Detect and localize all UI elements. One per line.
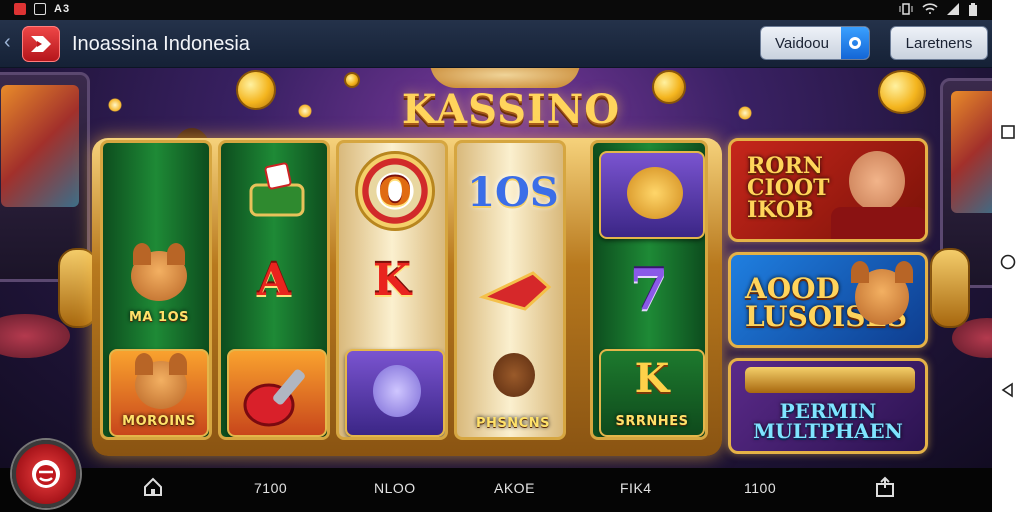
promo-panel[interactable]: RORN CIOOT IKOB bbox=[728, 138, 928, 242]
app-header: ‹ Inoassina Indonesia Vaidoou Laretnens bbox=[0, 20, 992, 68]
slot-tile bbox=[463, 247, 563, 335]
reel-1[interactable]: MA 1OS MOROINS bbox=[100, 140, 212, 440]
status-text: A3 bbox=[54, 3, 71, 15]
app-logo[interactable] bbox=[22, 26, 60, 62]
signal-icon bbox=[947, 3, 959, 15]
number-symbol: 1OS bbox=[467, 169, 559, 216]
game-area[interactable]: KASSINO MA 1OS MOROINS A O K 1OS PHSNCNS… bbox=[0, 68, 992, 468]
home-circle-icon[interactable] bbox=[1000, 254, 1016, 270]
slot-tile bbox=[227, 349, 327, 437]
mascot-face-icon bbox=[32, 460, 60, 488]
letter-symbol: A bbox=[256, 255, 292, 306]
tile-label: MOROINS bbox=[122, 414, 196, 429]
tile-label: MA 1OS bbox=[129, 310, 189, 325]
primary-button-label: Vaidoou bbox=[775, 35, 829, 52]
system-nav-bar bbox=[992, 0, 1024, 512]
character-suit bbox=[831, 207, 925, 239]
back-triangle-icon[interactable] bbox=[1000, 382, 1016, 398]
character-portrait bbox=[849, 151, 905, 211]
treasure-chest-icon bbox=[249, 162, 305, 217]
lion-icon bbox=[135, 353, 187, 409]
mascot-icon bbox=[373, 365, 421, 417]
reel-4[interactable]: 1OS PHSNCNS bbox=[454, 140, 566, 440]
nav-item-3[interactable]: AKOE bbox=[494, 480, 535, 496]
chest-row-icon bbox=[745, 367, 915, 393]
nav-item-1[interactable]: 7100 bbox=[254, 480, 287, 496]
slot-tile bbox=[345, 349, 445, 437]
wifi-icon bbox=[922, 3, 938, 14]
letter-symbol: K bbox=[372, 255, 412, 306]
bottom-nav: 7100 NLOO AKOE FIK4 1100 bbox=[0, 468, 992, 512]
slot-tile: PHSNCNS bbox=[463, 349, 563, 437]
app-title: Inoassina Indonesia bbox=[72, 33, 250, 55]
light-bulb bbox=[738, 106, 752, 120]
home-icon[interactable] bbox=[142, 476, 164, 498]
slot-tile: O bbox=[345, 151, 445, 239]
gold-coin bbox=[344, 72, 360, 88]
cat-bell-icon bbox=[627, 167, 683, 219]
share-icon[interactable] bbox=[874, 476, 896, 498]
dog-icon bbox=[851, 261, 913, 325]
slot-tile: MA 1OS bbox=[109, 243, 209, 331]
reel-5[interactable]: 7 K SRRNHES bbox=[590, 140, 708, 440]
tile-label: SRRNHES bbox=[615, 414, 689, 429]
image-icon bbox=[34, 3, 46, 15]
gold-coin bbox=[652, 70, 686, 104]
settings-icon[interactable] bbox=[841, 27, 869, 59]
light-bulb bbox=[298, 104, 312, 118]
reel-knob-right bbox=[930, 248, 970, 328]
status-bar: A3 bbox=[0, 0, 992, 20]
promo-panel-text: RORN CIOOT IKOB bbox=[747, 153, 830, 223]
play-logo-icon bbox=[31, 36, 51, 52]
nav-item-5[interactable]: 1100 bbox=[744, 480, 776, 496]
recent-apps-icon[interactable] bbox=[1000, 124, 1016, 140]
ceiling-light bbox=[430, 68, 580, 88]
chip-symbol: O bbox=[378, 169, 412, 214]
reel-3[interactable]: O K bbox=[336, 140, 448, 440]
bar-stool bbox=[0, 314, 70, 358]
slot-tile: MOROINS bbox=[109, 349, 209, 437]
promo-panel[interactable]: PERMIN MULTPHAEN bbox=[728, 358, 928, 454]
gold-coin bbox=[236, 70, 276, 110]
back-arrow-icon[interactable]: ‹ bbox=[4, 32, 11, 52]
vibrate-icon bbox=[899, 3, 913, 15]
game-title: KASSINO bbox=[401, 86, 621, 133]
floating-action-button[interactable] bbox=[12, 440, 80, 508]
rocket-icon bbox=[243, 369, 305, 427]
nav-item-2[interactable]: NLOO bbox=[374, 480, 416, 496]
alert-icon bbox=[14, 3, 26, 15]
primary-button[interactable]: Vaidoou bbox=[760, 26, 870, 60]
promo-panel[interactable]: AOOD LUSOISES bbox=[728, 252, 928, 348]
battery-icon bbox=[969, 3, 977, 16]
slot-tile: K SRRNHES bbox=[599, 349, 705, 437]
light-bulb bbox=[108, 98, 122, 112]
fox-icon bbox=[131, 243, 187, 301]
promo-panel-text: PERMIN MULTPHAEN bbox=[753, 399, 903, 443]
seven-symbol: 7 bbox=[629, 257, 669, 323]
reel-2[interactable]: A bbox=[218, 140, 330, 440]
slot-tile bbox=[599, 151, 705, 239]
tile-label: PHSNCNS bbox=[476, 416, 550, 431]
king-card-icon: K bbox=[634, 355, 670, 402]
nav-item-4[interactable]: FIK4 bbox=[620, 480, 652, 496]
dog-icon bbox=[493, 353, 535, 397]
slot-tile: 1OS bbox=[463, 151, 563, 239]
secondary-button[interactable]: Laretnens bbox=[890, 26, 988, 60]
red-wing-icon bbox=[478, 271, 552, 311]
gold-coin bbox=[878, 70, 926, 114]
slot-tile bbox=[227, 151, 327, 239]
